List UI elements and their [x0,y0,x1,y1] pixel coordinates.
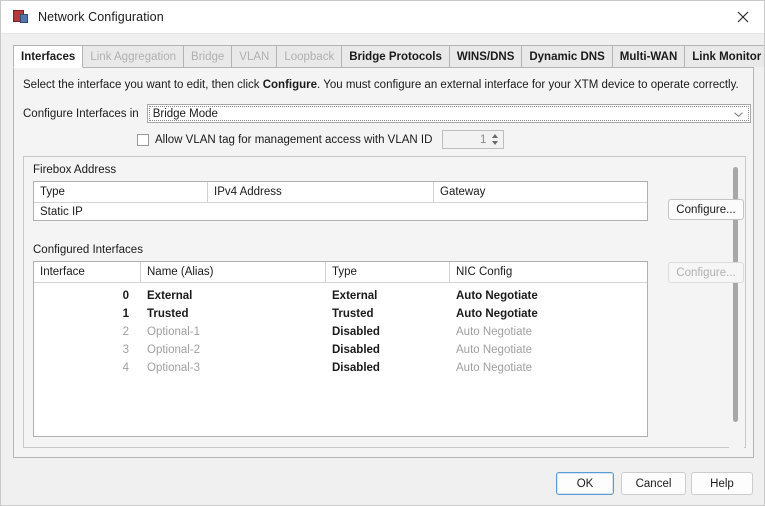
chevron-down-icon [734,112,743,117]
firebox-address-header: Type IPv4 Address Gateway [34,182,647,203]
interfaces-group-box: Firebox Address Type IPv4 Address Gatewa… [23,156,746,448]
column-interface: Interface [34,262,141,282]
tab-wins-dns[interactable]: WINS/DNS [449,45,523,67]
tab-vlan: VLAN [231,45,277,67]
table-row[interactable]: 4 Optional-3 Disabled Auto Negotiate [34,359,647,377]
cell-type: Static IP [34,203,208,221]
firebox-address-configure-button[interactable]: Configure... [668,199,744,220]
vlan-id-stepper[interactable]: 1 [442,130,504,149]
table-row[interactable]: 2 Optional-1 Disabled Auto Negotiate [34,323,647,341]
column-name-alias: Name (Alias) [141,262,326,282]
column-type: Type [34,182,208,202]
title-bar: Network Configuration [1,1,765,34]
instruction-emphasis: Configure [263,79,317,91]
window-title: Network Configuration [38,10,164,24]
column-type: Type [326,262,450,282]
cell-nic-config: Auto Negotiate [450,305,647,323]
instruction-part2: . You must configure an external interfa… [317,79,739,91]
tab-bridge: Bridge [183,45,232,67]
close-icon[interactable] [720,1,765,32]
configured-interfaces-configure-button: Configure... [668,262,744,283]
table-row[interactable]: 3 Optional-2 Disabled Auto Negotiate [34,341,647,359]
stepper-up-icon[interactable] [492,134,498,138]
focus-ring [149,106,749,121]
cell-name: Optional-1 [141,323,326,341]
configure-interfaces-value: Bridge Mode [148,108,218,120]
configure-interfaces-label: Configure Interfaces in [23,108,139,120]
column-ipv4-address: IPv4 Address [208,182,434,202]
cell-name: External [141,287,326,305]
cell-type: Disabled [326,359,450,377]
firebox-app-icon [13,9,29,25]
cell-interface: 4 [34,359,141,377]
cell-nic-config: Auto Negotiate [450,341,647,359]
tab-link-aggregation: Link Aggregation [82,45,184,67]
firebox-address-grid[interactable]: Type IPv4 Address Gateway Static IP [33,181,648,221]
help-button[interactable]: Help [691,472,753,495]
cell-interface: 3 [34,341,141,359]
cell-ipv4 [208,203,434,221]
column-nic-config: NIC Config [450,262,647,282]
cell-interface: 0 [34,287,141,305]
cell-type: External [326,287,450,305]
cell-nic-config: Auto Negotiate [450,359,647,377]
configured-interfaces-header: Interface Name (Alias) Type NIC Config [34,262,647,283]
configure-interfaces-row: Configure Interfaces in Bridge Mode [23,104,751,123]
table-row[interactable]: Static IP [34,203,647,221]
configured-interfaces-label: Configured Interfaces [33,244,143,256]
cell-nic-config: Auto Negotiate [450,323,647,341]
tab-dynamic-dns[interactable]: Dynamic DNS [521,45,612,67]
ok-button[interactable]: OK [556,472,614,495]
allow-vlan-tag-checkbox[interactable] [137,134,149,146]
cancel-button[interactable]: Cancel [621,472,686,495]
instruction-text: Select the interface you want to edit, t… [23,79,739,91]
instruction-part1: Select the interface you want to edit, t… [23,79,263,91]
column-gateway: Gateway [434,182,647,202]
tab-loopback: Loopback [276,45,342,67]
vlan-management-row: Allow VLAN tag for management access wit… [137,130,504,149]
cell-nic-config: Auto Negotiate [450,287,647,305]
cell-interface: 1 [34,305,141,323]
tab-multi-wan[interactable]: Multi-WAN [612,45,685,67]
table-row[interactable]: 0 External External Auto Negotiate [34,287,647,305]
cell-name: Optional-2 [141,341,326,359]
interfaces-tab-panel: Select the interface you want to edit, t… [13,68,754,458]
cell-name: Trusted [141,305,326,323]
cell-type: Trusted [326,305,450,323]
stepper-arrows[interactable] [488,131,502,148]
configured-interfaces-grid[interactable]: Interface Name (Alias) Type NIC Config 0… [33,261,648,437]
tab-bridge-protocols[interactable]: Bridge Protocols [341,45,450,67]
cell-type: Disabled [326,323,450,341]
tab-strip: Interfaces Link Aggregation Bridge VLAN … [13,46,754,68]
allow-vlan-tag-label: Allow VLAN tag for management access wit… [155,134,432,146]
table-row[interactable]: 1 Trusted Trusted Auto Negotiate [34,305,647,323]
firebox-address-label: Firebox Address [33,164,116,176]
configure-interfaces-select[interactable]: Bridge Mode [147,104,751,123]
tab-interfaces[interactable]: Interfaces [13,45,83,68]
cell-type: Disabled [326,341,450,359]
stepper-down-icon[interactable] [492,141,498,145]
tab-link-monitor[interactable]: Link Monitor [684,45,765,67]
network-configuration-window: Network Configuration Interfaces Link Ag… [0,0,765,506]
cell-interface: 2 [34,323,141,341]
cell-gateway [434,203,647,221]
cell-name: Optional-3 [141,359,326,377]
